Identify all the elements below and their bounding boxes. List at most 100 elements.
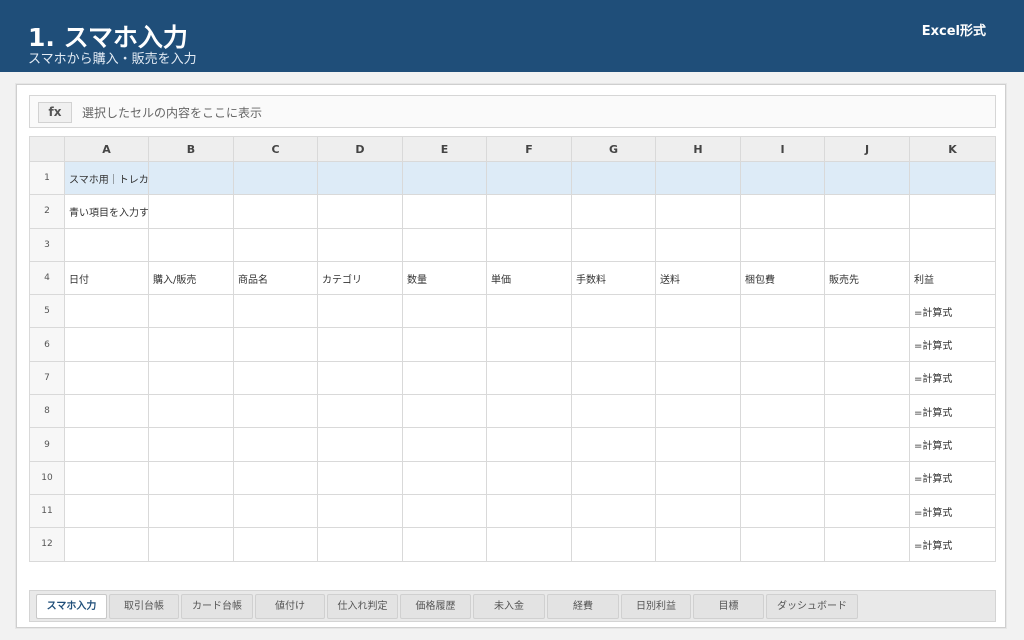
- cell-k10[interactable]: =計算式: [909, 460, 996, 495]
- cell-a10[interactable]: [64, 460, 149, 495]
- cell-f5[interactable]: [486, 294, 572, 329]
- cell-h11[interactable]: [655, 493, 741, 529]
- cell-h5[interactable]: [655, 294, 741, 329]
- cell-j5[interactable]: [824, 294, 910, 329]
- cell-j9[interactable]: [824, 427, 910, 462]
- cell-e10[interactable]: [402, 460, 487, 495]
- grid-corner[interactable]: [29, 136, 65, 162]
- sheet-tab[interactable]: 価格履歴: [400, 594, 471, 619]
- column-header-c[interactable]: C: [233, 136, 318, 162]
- cell-a6[interactable]: [64, 327, 149, 362]
- cell-d5[interactable]: [317, 294, 403, 329]
- cell-e3[interactable]: [402, 227, 487, 262]
- column-header-a[interactable]: A: [64, 136, 149, 162]
- cell-g7[interactable]: [571, 360, 656, 396]
- cell-j12[interactable]: [824, 527, 910, 562]
- cell-b11[interactable]: [148, 493, 234, 529]
- cell-h8[interactable]: [655, 394, 741, 429]
- cell-e12[interactable]: [402, 527, 487, 562]
- cell-e11[interactable]: [402, 493, 487, 529]
- cell-i12[interactable]: [740, 527, 825, 562]
- cell-c5[interactable]: [233, 294, 318, 329]
- row-header[interactable]: 5: [29, 294, 65, 329]
- cell-k7[interactable]: =計算式: [909, 360, 996, 396]
- cell-g3[interactable]: [571, 227, 656, 262]
- cell-g8[interactable]: [571, 394, 656, 429]
- cell-i1[interactable]: [740, 160, 825, 196]
- cell-d4[interactable]: カテゴリ: [317, 260, 403, 296]
- cell-j4[interactable]: 販売先: [824, 260, 910, 296]
- cell-f12[interactable]: [486, 527, 572, 562]
- sheet-tab[interactable]: 取引台帳: [109, 594, 179, 619]
- cell-g10[interactable]: [571, 460, 656, 495]
- sheet-tab[interactable]: 経費: [547, 594, 619, 619]
- column-header-d[interactable]: D: [317, 136, 403, 162]
- column-header-i[interactable]: I: [740, 136, 825, 162]
- cell-b12[interactable]: [148, 527, 234, 562]
- cell-e8[interactable]: [402, 394, 487, 429]
- sheet-tab[interactable]: 日別利益: [621, 594, 691, 619]
- cell-i4[interactable]: 梱包費: [740, 260, 825, 296]
- cell-c3[interactable]: [233, 227, 318, 262]
- cell-g2[interactable]: [571, 194, 656, 229]
- cell-e6[interactable]: [402, 327, 487, 362]
- cell-j2[interactable]: [824, 194, 910, 229]
- cell-i11[interactable]: [740, 493, 825, 529]
- cell-d8[interactable]: [317, 394, 403, 429]
- column-header-b[interactable]: B: [148, 136, 234, 162]
- cell-d1[interactable]: [317, 160, 403, 196]
- cell-f2[interactable]: [486, 194, 572, 229]
- cell-a12[interactable]: [64, 527, 149, 562]
- cell-k4[interactable]: 利益: [909, 260, 996, 296]
- cell-c12[interactable]: [233, 527, 318, 562]
- cell-k8[interactable]: =計算式: [909, 394, 996, 429]
- sheet-tab[interactable]: 未入金: [473, 594, 545, 619]
- sheet-tab[interactable]: カード台帳: [181, 594, 253, 619]
- column-header-k[interactable]: K: [909, 136, 996, 162]
- cell-k2[interactable]: [909, 194, 996, 229]
- cell-d10[interactable]: [317, 460, 403, 495]
- cell-j10[interactable]: [824, 460, 910, 495]
- sheet-tab[interactable]: 目標: [693, 594, 764, 619]
- cell-c6[interactable]: [233, 327, 318, 362]
- row-header[interactable]: 12: [29, 527, 65, 562]
- cell-f1[interactable]: [486, 160, 572, 196]
- cell-k9[interactable]: =計算式: [909, 427, 996, 462]
- cell-c7[interactable]: [233, 360, 318, 396]
- cell-c2[interactable]: [233, 194, 318, 229]
- cell-a11[interactable]: [64, 493, 149, 529]
- cell-g12[interactable]: [571, 527, 656, 562]
- cell-j6[interactable]: [824, 327, 910, 362]
- cell-f10[interactable]: [486, 460, 572, 495]
- cell-e7[interactable]: [402, 360, 487, 396]
- cell-b10[interactable]: [148, 460, 234, 495]
- cell-f6[interactable]: [486, 327, 572, 362]
- formula-text[interactable]: 選択したセルの内容をここに表示: [82, 104, 262, 121]
- cell-j7[interactable]: [824, 360, 910, 396]
- cell-d9[interactable]: [317, 427, 403, 462]
- cell-i8[interactable]: [740, 394, 825, 429]
- row-header[interactable]: 3: [29, 227, 65, 262]
- cell-j11[interactable]: [824, 493, 910, 529]
- cell-d6[interactable]: [317, 327, 403, 362]
- row-header[interactable]: 10: [29, 460, 65, 495]
- cell-h3[interactable]: [655, 227, 741, 262]
- cell-b8[interactable]: [148, 394, 234, 429]
- cell-k6[interactable]: =計算式: [909, 327, 996, 362]
- column-header-e[interactable]: E: [402, 136, 487, 162]
- cell-a1[interactable]: スマホ用｜トレカ売: [64, 160, 149, 196]
- row-header[interactable]: 7: [29, 360, 65, 396]
- cell-c10[interactable]: [233, 460, 318, 495]
- cell-j8[interactable]: [824, 394, 910, 429]
- cell-b6[interactable]: [148, 327, 234, 362]
- cell-j3[interactable]: [824, 227, 910, 262]
- cell-e2[interactable]: [402, 194, 487, 229]
- cell-f4[interactable]: 単価: [486, 260, 572, 296]
- cell-a4[interactable]: 日付: [64, 260, 149, 296]
- cell-a2[interactable]: 青い項目を入力する: [64, 194, 149, 229]
- row-header[interactable]: 2: [29, 194, 65, 229]
- cell-g1[interactable]: [571, 160, 656, 196]
- cell-i2[interactable]: [740, 194, 825, 229]
- cell-c11[interactable]: [233, 493, 318, 529]
- sheet-tab[interactable]: スマホ入力: [36, 594, 107, 619]
